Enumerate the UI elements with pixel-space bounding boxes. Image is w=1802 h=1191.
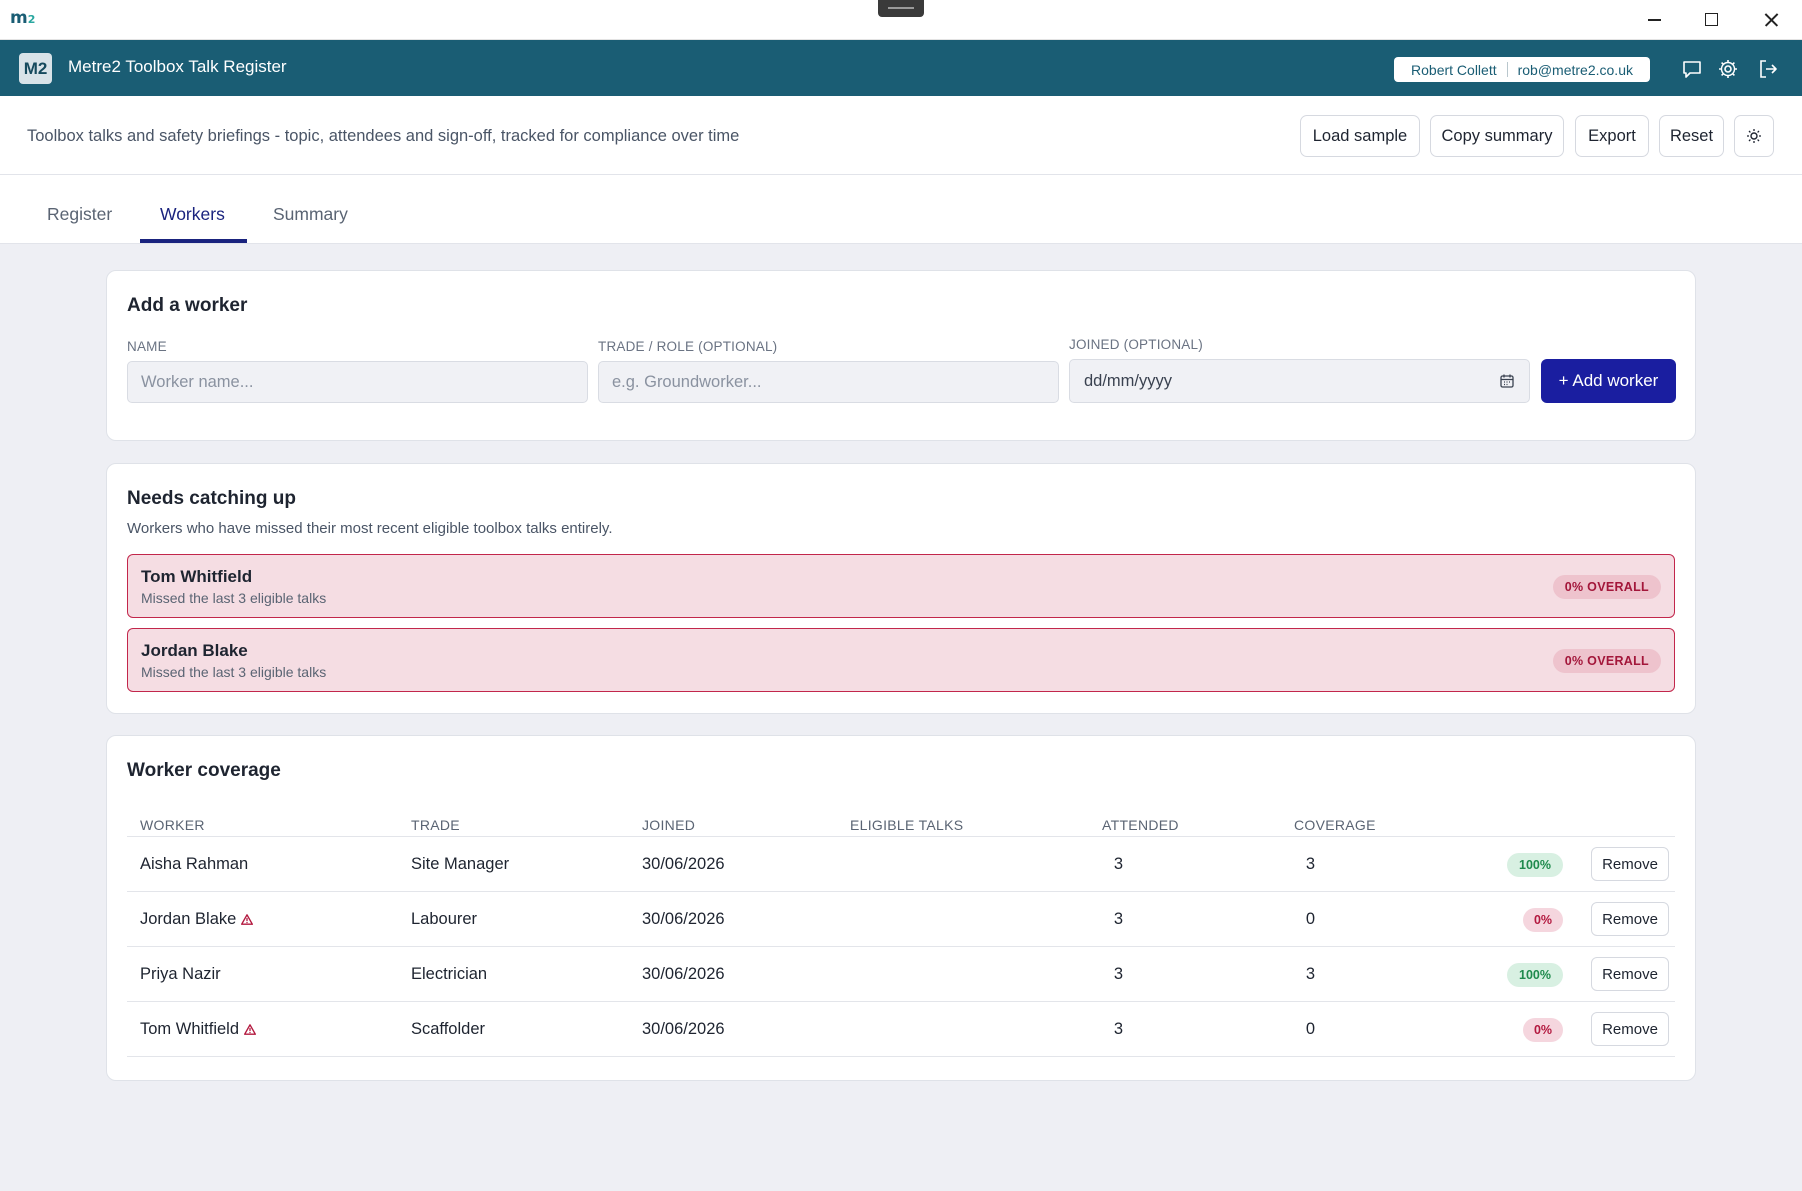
joined-label: JOINED (OPTIONAL) <box>1069 337 1203 352</box>
eligible-cell: 3 <box>1113 965 1123 983</box>
app-tagline: Toolbox talks and safety briefings - top… <box>27 127 740 145</box>
trade-label: TRADE / ROLE (OPTIONAL) <box>598 339 778 354</box>
trade-cell: Site Manager <box>411 855 510 873</box>
tab-bar: Register Workers Summary <box>0 175 1802 244</box>
app-badge: M2 <box>19 53 52 84</box>
trade-input[interactable] <box>598 361 1059 403</box>
needs-catching-up-card: Needs catching up Workers who have misse… <box>106 463 1696 714</box>
tab-register[interactable]: Register <box>47 204 112 225</box>
worker-name: Tom Whitfield <box>140 1020 240 1038</box>
worker-name: Priya Nazir <box>140 965 221 983</box>
table-row: Tom Whitfield Scaffolder 30/06/2026 3 0 … <box>127 1002 1675 1057</box>
feedback-icon[interactable] <box>1681 58 1703 80</box>
catch-up-item: Jordan Blake Missed the last 3 eligible … <box>127 628 1675 692</box>
trade-cell: Labourer <box>411 910 478 928</box>
load-sample-button[interactable]: Load sample <box>1300 115 1420 157</box>
worker-cell: Aisha Rahman <box>140 855 248 874</box>
col-header-coverage: COVERAGE <box>1294 817 1376 833</box>
worker-cell: Priya Nazir <box>140 965 221 984</box>
col-header-attended: ATTENDED <box>1102 817 1179 833</box>
table-row: Aisha Rahman Site Manager 30/06/2026 3 3… <box>127 837 1675 892</box>
catch-up-detail: Missed the last 3 eligible talks <box>141 590 327 606</box>
close-window-button[interactable] <box>1750 5 1792 35</box>
table-row: Jordan Blake Labourer 30/06/2026 3 0 0% … <box>127 892 1675 947</box>
coverage-title: Worker coverage <box>127 760 281 781</box>
attended-cell: 0 <box>1305 1020 1315 1038</box>
eligible-cell: 3 <box>1113 1020 1123 1038</box>
add-worker-button[interactable]: + Add worker <box>1541 359 1676 403</box>
table-row: Priya Nazir Electrician 30/06/2026 3 3 1… <box>127 947 1675 1002</box>
attended-cell: 3 <box>1305 855 1315 873</box>
reset-button[interactable]: Reset <box>1659 115 1724 157</box>
catch-up-worker-name: Tom Whitfield <box>141 567 253 586</box>
catch-up-item: Tom Whitfield Missed the last 3 eligible… <box>127 554 1675 618</box>
window-drag-handle[interactable] <box>878 0 924 17</box>
date-placeholder: dd/mm/yyyy <box>1084 371 1173 390</box>
coverage-badge: 100% <box>1507 853 1563 877</box>
catch-up-worker-name: Jordan Blake <box>141 641 248 660</box>
col-header-eligible: ELIGIBLE TALKS <box>850 817 964 833</box>
toolbar: Toolbox talks and safety briefings - top… <box>0 96 1802 175</box>
col-header-trade: TRADE <box>411 817 460 833</box>
worker-name-input[interactable] <box>127 361 588 403</box>
logout-icon[interactable] <box>1757 58 1779 80</box>
joined-cell: 30/06/2026 <box>642 965 725 983</box>
user-chip-divider <box>1506 62 1508 77</box>
minimize-button[interactable] <box>1633 5 1675 35</box>
trade-cell: Electrician <box>411 965 488 983</box>
app-logo: m2 <box>10 8 35 28</box>
catch-up-title: Needs catching up <box>127 488 296 509</box>
col-header-joined: JOINED <box>642 817 696 833</box>
catch-up-detail: Missed the last 3 eligible talks <box>141 664 327 680</box>
app-header: M2 Metre2 Toolbox Talk Register Robert C… <box>0 40 1802 96</box>
remove-button[interactable]: Remove <box>1591 847 1669 881</box>
coverage-badge: 0% <box>1523 908 1563 932</box>
tab-workers[interactable]: Workers <box>160 204 225 225</box>
window-titlebar: m2 <box>0 0 1802 40</box>
user-email: rob@metre2.co.uk <box>1517 61 1633 78</box>
worker-cell: Tom Whitfield <box>140 1020 257 1039</box>
copy-summary-button[interactable]: Copy summary <box>1430 115 1564 157</box>
joined-cell: 30/06/2026 <box>642 855 725 873</box>
remove-button[interactable]: Remove <box>1591 957 1669 991</box>
worker-name: Jordan Blake <box>140 910 237 928</box>
theme-toggle-button[interactable] <box>1734 115 1774 157</box>
gear-icon[interactable] <box>1717 58 1739 80</box>
col-header-worker: WORKER <box>140 817 205 833</box>
attended-cell: 0 <box>1305 910 1315 928</box>
tab-summary[interactable]: Summary <box>273 204 348 225</box>
overall-badge: 0% OVERALL <box>1552 649 1661 673</box>
export-button[interactable]: Export <box>1575 115 1649 157</box>
worker-coverage-card: Worker coverage WORKER TRADE JOINED ELIG… <box>106 735 1696 1081</box>
app-title: Metre2 Toolbox Talk Register <box>68 57 287 76</box>
add-worker-card: Add a worker NAME TRADE / ROLE (OPTIONAL… <box>106 270 1696 441</box>
warning-icon <box>244 1024 257 1035</box>
user-chip: Robert Collett rob@metre2.co.uk <box>1394 57 1650 82</box>
worker-name: Aisha Rahman <box>140 855 249 873</box>
coverage-badge: 0% <box>1523 1018 1563 1042</box>
overall-badge: 0% OVERALL <box>1552 575 1661 599</box>
add-worker-title: Add a worker <box>127 295 248 316</box>
warning-icon <box>241 914 254 925</box>
name-label: NAME <box>127 339 167 354</box>
active-tab-indicator <box>140 239 247 243</box>
catch-up-subtitle: Workers who have missed their most recen… <box>127 520 613 537</box>
joined-cell: 30/06/2026 <box>642 910 725 928</box>
app-logo-letter: m <box>10 8 28 28</box>
eligible-cell: 3 <box>1113 855 1123 873</box>
user-name: Robert Collett <box>1411 61 1497 78</box>
calendar-icon[interactable] <box>1499 373 1515 389</box>
joined-date-input[interactable]: dd/mm/yyyy <box>1069 359 1530 403</box>
attended-cell: 3 <box>1305 965 1315 983</box>
remove-button[interactable]: Remove <box>1591 902 1669 936</box>
trade-cell: Scaffolder <box>411 1020 485 1038</box>
coverage-badge: 100% <box>1507 963 1563 987</box>
eligible-cell: 3 <box>1113 910 1123 928</box>
maximize-button[interactable] <box>1690 5 1732 35</box>
sun-icon <box>1747 129 1761 143</box>
app-logo-sub: 2 <box>27 13 36 26</box>
worker-cell: Jordan Blake <box>140 910 254 929</box>
remove-button[interactable]: Remove <box>1591 1012 1669 1046</box>
joined-cell: 30/06/2026 <box>642 1020 725 1038</box>
